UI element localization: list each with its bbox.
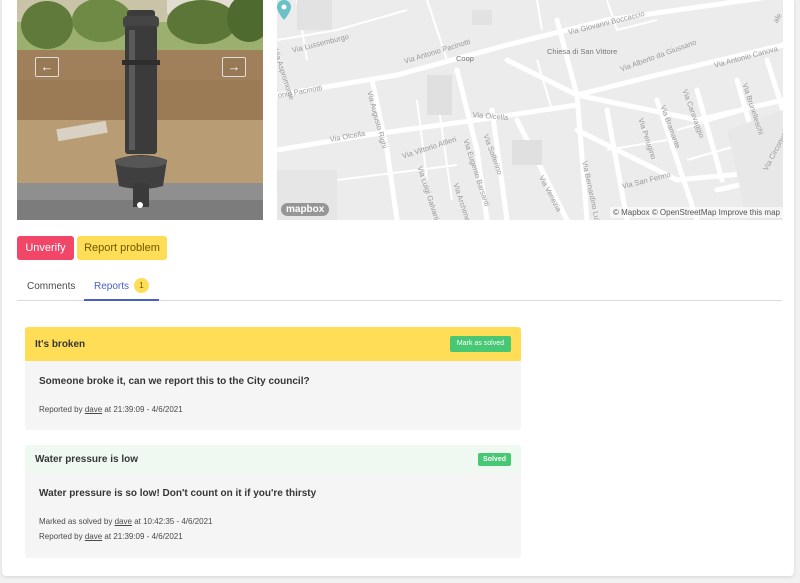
- unverify-button[interactable]: Unverify: [17, 236, 74, 260]
- carousel-dot[interactable]: [137, 202, 143, 208]
- tab-comments[interactable]: Comments: [27, 276, 75, 301]
- map-pin-icon[interactable]: [277, 0, 291, 20]
- report-text: Water pressure is so low! Don't count on…: [39, 488, 317, 499]
- report-text: Someone broke it, can we report this to …: [39, 376, 310, 387]
- solved-at: at 10:42:35 - 4/6/2021: [134, 517, 213, 526]
- report-card: It's broken Mark as solved Someone broke…: [25, 327, 521, 430]
- report-meta: Reported by dave at 21:39:09 - 4/6/2021: [39, 532, 507, 541]
- map-streets: [277, 0, 783, 220]
- carousel-prev-button[interactable]: ←: [35, 57, 59, 77]
- reported-at: at 21:39:09 - 4/6/2021: [104, 532, 183, 541]
- report-title: Water pressure is low: [35, 454, 138, 465]
- tab-reports-label: Reports: [94, 281, 130, 292]
- solved-meta: Marked as solved by dave at 10:42:35 - 4…: [39, 517, 507, 526]
- carousel-dots: [17, 195, 263, 213]
- tab-comments-label: Comments: [27, 281, 76, 292]
- poi-label: Coop: [456, 54, 474, 63]
- reporter-link[interactable]: dave: [85, 405, 102, 414]
- mark-as-solved-button[interactable]: Mark as solved: [449, 336, 511, 352]
- fountain-photo-carousel[interactable]: ← →: [17, 0, 263, 220]
- report-header: Water pressure is low Solved: [25, 445, 521, 474]
- reporter-link[interactable]: dave: [85, 532, 102, 541]
- fountain-detail-card: ← → Coop Chiesa di San Vittore Via Giova…: [2, 0, 794, 576]
- mapbox-logo[interactable]: mapbox: [281, 203, 330, 216]
- solved-badge: Solved: [478, 453, 511, 466]
- poi-label: Chiesa di San Vittore: [547, 47, 618, 56]
- report-card: Water pressure is low Solved Water press…: [25, 445, 521, 558]
- solver-link[interactable]: dave: [115, 517, 132, 526]
- map-attribution[interactable]: © Mapbox © OpenStreetMap Improve this ma…: [610, 207, 783, 218]
- fountain-photo: [17, 0, 263, 220]
- carousel-next-button[interactable]: →: [222, 57, 246, 77]
- reported-at: at 21:39:09 - 4/6/2021: [104, 405, 183, 414]
- reports-count-badge: 1: [134, 278, 150, 293]
- arrow-left-icon: ←: [40, 59, 54, 74]
- report-title: It's broken: [35, 338, 86, 350]
- map[interactable]: Coop Chiesa di San Vittore Via Giovanni …: [277, 0, 783, 220]
- arrow-right-icon: →: [227, 59, 241, 74]
- tab-reports[interactable]: Reports 1: [84, 276, 160, 301]
- solved-by-label: Marked as solved by: [39, 517, 113, 526]
- report-problem-button[interactable]: Report problem: [77, 236, 167, 260]
- reported-by-label: Reported by: [39, 532, 83, 541]
- report-header: It's broken Mark as solved: [25, 327, 521, 361]
- reported-by-label: Reported by: [39, 405, 83, 414]
- report-meta: Reported by dave at 21:39:09 - 4/6/2021: [39, 405, 507, 414]
- tabs: Comments Reports 1: [17, 276, 782, 301]
